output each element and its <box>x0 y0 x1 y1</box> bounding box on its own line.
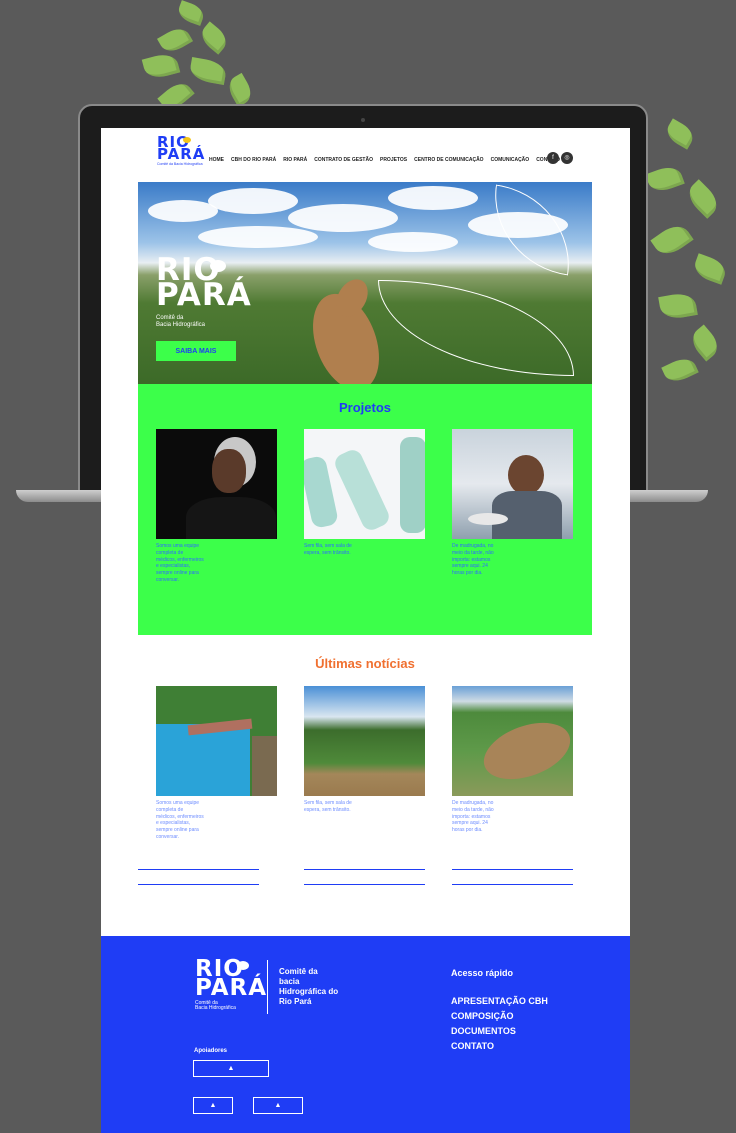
hero-logo: RIO PARÁ Comitê da Bacia Hidrográfica <box>156 254 252 329</box>
footer-link-documentos[interactable]: DOCUMENTOS <box>451 1024 548 1039</box>
main-nav: HOME CBH DO RIO PARÁ RIO PARÁ CONTRATO D… <box>209 157 560 163</box>
site-footer: RIO PARÁ Comitê da Bacia Hidrográfica Co… <box>101 936 630 1133</box>
noticia-text: Somos uma equipe completa de médicos, en… <box>156 800 204 840</box>
image-icon: ▲ <box>227 1065 235 1072</box>
hero-cloud <box>288 204 398 232</box>
logo-line-2: PARÁ <box>157 145 206 164</box>
nav-centro[interactable]: CENTRO DE COMUNICAÇÃO <box>414 157 483 163</box>
noticia-image-river-hills <box>304 686 425 796</box>
news-divider <box>138 884 259 885</box>
projeto-image-child <box>452 429 573 539</box>
plant-top-decoration <box>130 0 260 114</box>
nav-home[interactable]: HOME <box>209 157 224 163</box>
site-header: RIO PARÁ Comitê da Bacia Hidrográfica HO… <box>101 128 630 182</box>
footer-links: APRESENTAÇÃO CBH COMPOSIÇÃO DOCUMENTOS C… <box>451 994 548 1054</box>
saiba-mais-button[interactable]: SAIBA MAIS <box>156 341 236 361</box>
apoiadores-label: Apoiadores <box>194 1048 228 1054</box>
sponsor-logo[interactable]: ▲ <box>193 1097 233 1114</box>
noticia-card[interactable]: Somos uma equipe completa de médicos, en… <box>156 686 277 841</box>
acesso-rapido-title: Acesso rápido <box>451 968 514 978</box>
footer-logo-line-2: PARÁ <box>195 974 268 1001</box>
image-icon: ▲ <box>274 1102 282 1109</box>
news-divider <box>304 869 425 870</box>
noticias-title: Últimas notícias <box>315 656 415 671</box>
footer-link-contato[interactable]: CONTATO <box>451 1039 548 1054</box>
hero-logo-sub-1: Comitê da <box>156 314 184 321</box>
hero-logo-line-2: PARÁ <box>156 277 252 314</box>
footer-divider <box>267 960 268 1014</box>
hero-cloud <box>368 232 458 252</box>
plant-right-decoration <box>640 118 736 388</box>
hero-cloud <box>198 226 318 248</box>
hero-leaf-outline <box>378 280 574 376</box>
footer-logo-sub-2: Bacia Hidrográfica <box>195 1005 236 1012</box>
nav-contrato[interactable]: CONTRATO DE GESTÃO <box>314 157 373 163</box>
header-logo[interactable]: RIO PARÁ Comitê da Bacia Hidrográfica <box>157 134 206 166</box>
projeto-card[interactable]: De madrugada, no meio da tarde, não impo… <box>452 429 573 577</box>
news-divider <box>452 884 573 885</box>
website-page: RIO PARÁ Comitê da Bacia Hidrográfica HO… <box>101 128 630 1133</box>
hero-cloud <box>388 186 478 210</box>
projeto-card[interactable]: Somos uma equipe completa de médicos, en… <box>156 429 277 584</box>
projetos-section: Projetos Somos uma equipe completa de mé… <box>138 384 592 635</box>
footer-link-apresentacao[interactable]: APRESENTAÇÃO CBH <box>451 994 548 1009</box>
news-divider <box>452 869 573 870</box>
projetos-title: Projetos <box>338 400 391 415</box>
noticia-image-flood-house <box>156 686 277 796</box>
news-divider <box>304 884 425 885</box>
image-icon: ▲ <box>209 1102 217 1109</box>
sponsor-logo[interactable]: ▲ <box>193 1060 269 1077</box>
logo-subtitle: Comitê da Bacia Hidrográfica <box>157 161 203 166</box>
instagram-icon[interactable]: ◎ <box>561 152 573 164</box>
projeto-image-woman <box>156 429 277 539</box>
noticia-text: De madrugada, no meio da tarde, não impo… <box>452 800 494 833</box>
laptop-camera <box>361 118 365 122</box>
hero-banner: RIO PARÁ Comitê da Bacia Hidrográfica SA… <box>138 182 592 384</box>
projeto-image-bottles <box>304 429 425 539</box>
noticia-image-river-aerial <box>452 686 573 796</box>
projeto-text: Somos uma equipe completa de médicos, en… <box>156 543 204 583</box>
logo-sun-mark <box>183 137 191 143</box>
footer-description: Comitê da bacia Hidrográfica do Rio Pará <box>279 967 339 1006</box>
sponsor-logo[interactable]: ▲ <box>253 1097 303 1114</box>
nav-cbh[interactable]: CBH DO RIO PARÁ <box>231 157 276 163</box>
nav-rio-para[interactable]: RIO PARÁ <box>283 157 307 163</box>
news-divider <box>138 869 259 870</box>
footer-logo[interactable]: RIO PARÁ Comitê da Bacia Hidrográfica <box>195 958 268 1012</box>
hero-cloud <box>148 200 218 222</box>
hero-logo-mark <box>210 260 226 272</box>
projeto-card[interactable]: Sem fila, sem sala de espera, sem trânsi… <box>304 429 425 557</box>
footer-link-composicao[interactable]: COMPOSIÇÃO <box>451 1009 548 1024</box>
hero-cloud <box>208 188 298 214</box>
noticia-text: Sem fila, sem sala de espera, sem trânsi… <box>304 800 352 813</box>
projeto-text: Sem fila, sem sala de espera, sem trânsi… <box>304 543 352 556</box>
facebook-icon[interactable]: f <box>547 152 559 164</box>
noticia-card[interactable]: Sem fila, sem sala de espera, sem trânsi… <box>304 686 425 814</box>
noticia-card[interactable]: De madrugada, no meio da tarde, não impo… <box>452 686 573 834</box>
nav-comunicacao[interactable]: COMUNICAÇÃO <box>491 157 530 163</box>
nav-projetos[interactable]: PROJETOS <box>380 157 407 163</box>
hero-logo-sub-2: Bacia Hidrográfica <box>156 322 206 329</box>
projeto-text: De madrugada, no meio da tarde, não impo… <box>452 543 494 576</box>
footer-logo-mark <box>237 961 249 970</box>
